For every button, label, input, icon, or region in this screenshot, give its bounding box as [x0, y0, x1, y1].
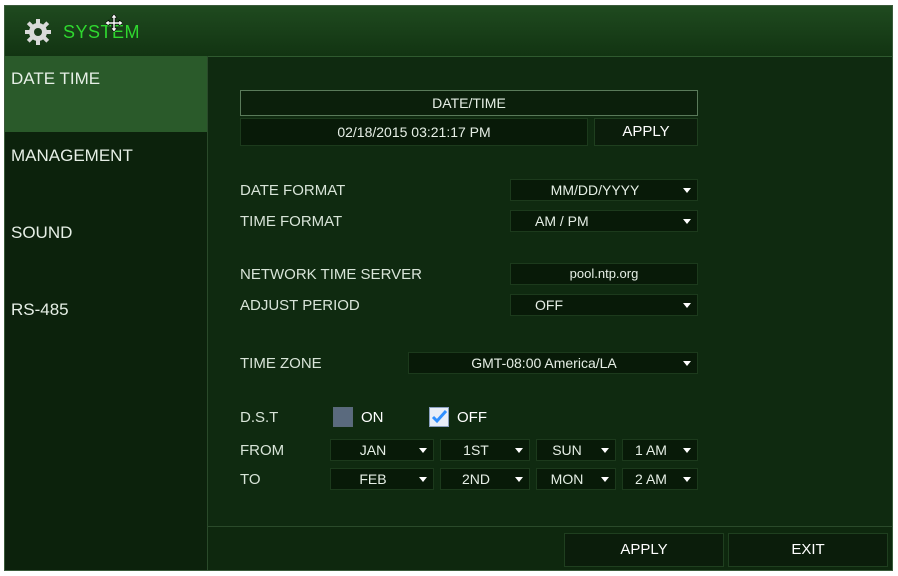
sidebar-item-date-time[interactable]: DATE TIME [5, 56, 207, 132]
chevron-down-icon [683, 188, 691, 193]
to-day-dropdown[interactable]: MON [536, 468, 616, 490]
footer-bar: APPLY EXIT [208, 526, 892, 570]
chevron-down-icon [683, 303, 691, 308]
time-format-value: AM / PM [535, 213, 589, 229]
dst-on-label: ON [361, 409, 384, 426]
chevron-down-icon [515, 448, 523, 453]
sidebar-item-management[interactable]: MANAGEMENT [5, 133, 207, 209]
time-format-dropdown[interactable]: AM / PM [510, 210, 698, 232]
to-week-value: 2ND [461, 471, 490, 487]
chevron-down-icon [683, 219, 691, 224]
date-format-value: MM/DD/YYYY [550, 182, 640, 198]
sidebar-item-label: MANAGEMENT [11, 146, 133, 165]
checkmark-icon [431, 409, 448, 424]
sidebar: DATE TIME MANAGEMENT SOUND RS-485 [5, 56, 208, 570]
to-month-dropdown[interactable]: FEB [330, 468, 434, 490]
chevron-down-icon [515, 477, 523, 482]
system-window: SYSTEM DATE TIME MANAGEMENT SOUND RS-485… [4, 5, 893, 571]
sidebar-item-sound[interactable]: SOUND [5, 210, 207, 286]
from-week-value: 1ST [463, 442, 489, 458]
from-month-dropdown[interactable]: JAN [330, 439, 434, 461]
chevron-down-icon [601, 477, 609, 482]
dst-on-checkbox[interactable] [333, 407, 353, 427]
exit-button[interactable]: EXIT [728, 533, 888, 567]
to-day-value: MON [550, 471, 584, 487]
sidebar-item-label: DATE TIME [11, 69, 101, 88]
window-title: SYSTEM [63, 22, 141, 42]
move-cursor-icon [105, 14, 123, 32]
gear-icon [25, 19, 51, 45]
title-bar: SYSTEM [5, 6, 892, 57]
adjust-period-value: OFF [535, 297, 563, 313]
from-hour-value: 1 AM [635, 442, 667, 458]
current-datetime-field: 02/18/2015 03:21:17 PM [240, 118, 588, 146]
to-hour-value: 2 AM [635, 471, 667, 487]
from-hour-dropdown[interactable]: 1 AM [622, 439, 698, 461]
from-month-value: JAN [359, 442, 387, 458]
chevron-down-icon [683, 361, 691, 366]
to-week-dropdown[interactable]: 2ND [440, 468, 530, 490]
sidebar-item-label: RS-485 [11, 300, 69, 319]
from-day-dropdown[interactable]: SUN [536, 439, 616, 461]
to-hour-dropdown[interactable]: 2 AM [622, 468, 698, 490]
dst-from-label: FROM [240, 442, 285, 459]
date-time-panel: DATE/TIME 02/18/2015 03:21:17 PM APPLY D… [208, 56, 892, 526]
chevron-down-icon [683, 448, 691, 453]
chevron-down-icon [683, 477, 691, 482]
dst-to-label: TO [240, 471, 261, 488]
sidebar-item-label: SOUND [11, 223, 73, 242]
dst-off-label: OFF [457, 409, 487, 426]
network-time-server-label: NETWORK TIME SERVER [240, 266, 422, 283]
chevron-down-icon [601, 448, 609, 453]
adjust-period-label: ADJUST PERIOD [240, 297, 360, 314]
datetime-header: DATE/TIME [240, 90, 698, 116]
apply-button[interactable]: APPLY [564, 533, 724, 567]
date-format-label: DATE FORMAT [240, 182, 346, 199]
to-month-value: FEB [359, 471, 387, 487]
chevron-down-icon [419, 448, 427, 453]
adjust-period-dropdown[interactable]: OFF [510, 294, 698, 316]
datetime-apply-button[interactable]: APPLY [594, 118, 698, 146]
network-time-server-field[interactable]: pool.ntp.org [510, 263, 698, 285]
time-zone-dropdown[interactable]: GMT-08:00 America/LA [408, 352, 698, 374]
time-zone-value: GMT-08:00 America/LA [471, 355, 617, 371]
from-day-value: SUN [552, 442, 582, 458]
time-format-label: TIME FORMAT [240, 213, 343, 230]
dst-label: D.S.T [240, 409, 279, 426]
chevron-down-icon [419, 477, 427, 482]
time-zone-label: TIME ZONE [240, 355, 322, 372]
from-week-dropdown[interactable]: 1ST [440, 439, 530, 461]
sidebar-item-rs-485[interactable]: RS-485 [5, 287, 207, 363]
date-format-dropdown[interactable]: MM/DD/YYYY [510, 179, 698, 201]
dst-off-checkbox[interactable] [429, 407, 449, 427]
